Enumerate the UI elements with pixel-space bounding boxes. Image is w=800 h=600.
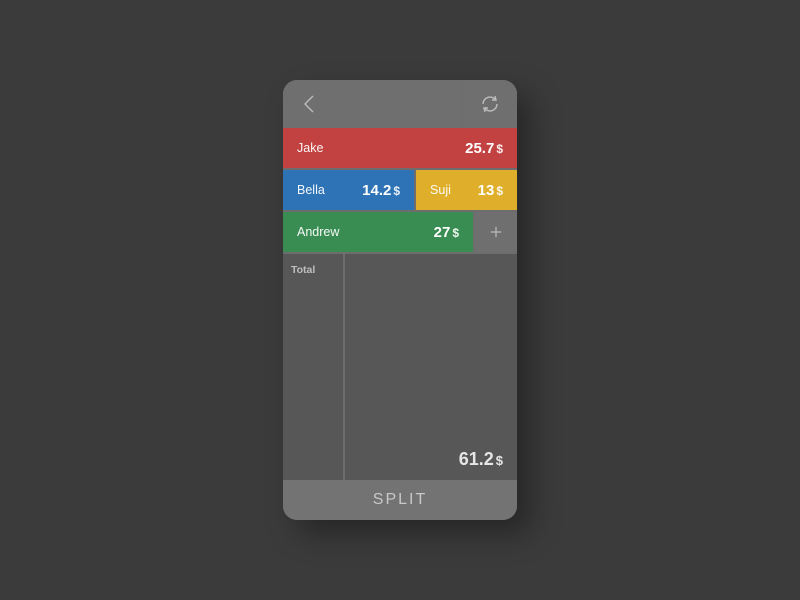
add-person-button[interactable]	[475, 212, 517, 252]
person-tile-bella[interactable]: Bella 14.2 $	[283, 170, 414, 210]
back-button[interactable]	[283, 80, 461, 128]
person-tiles: Jake 25.7 $ Bella 14.2 $ Suji 13 $	[283, 128, 517, 252]
person-name: Jake	[297, 141, 323, 155]
split-button[interactable]: SPLIT	[283, 480, 517, 520]
person-name: Suji	[430, 183, 451, 197]
person-tile-jake[interactable]: Jake 25.7 $	[283, 128, 517, 168]
chevron-left-icon	[301, 94, 317, 114]
total-label: Total	[291, 264, 315, 276]
person-tile-suji[interactable]: Suji 13 $	[416, 170, 517, 210]
person-tile-andrew[interactable]: Andrew 27 $	[283, 212, 473, 252]
person-amount: 14.2 $	[362, 182, 400, 199]
summary-area: Total 61.2 $	[283, 254, 517, 480]
person-amount: 13 $	[478, 182, 503, 199]
person-name: Andrew	[297, 225, 339, 239]
grand-total: 61.2 $	[459, 449, 503, 470]
refresh-button[interactable]	[463, 80, 517, 128]
app-screen: Jake 25.7 $ Bella 14.2 $ Suji 13 $	[283, 80, 517, 520]
total-value-pane: 61.2 $	[345, 254, 517, 480]
person-amount: 27 $	[434, 224, 459, 241]
sync-icon	[479, 93, 501, 115]
top-bar	[283, 80, 517, 128]
split-button-label: SPLIT	[373, 491, 427, 509]
person-amount: 25.7 $	[465, 140, 503, 157]
plus-icon	[489, 224, 503, 240]
total-label-pane: Total	[283, 254, 343, 480]
person-name: Bella	[297, 183, 325, 197]
